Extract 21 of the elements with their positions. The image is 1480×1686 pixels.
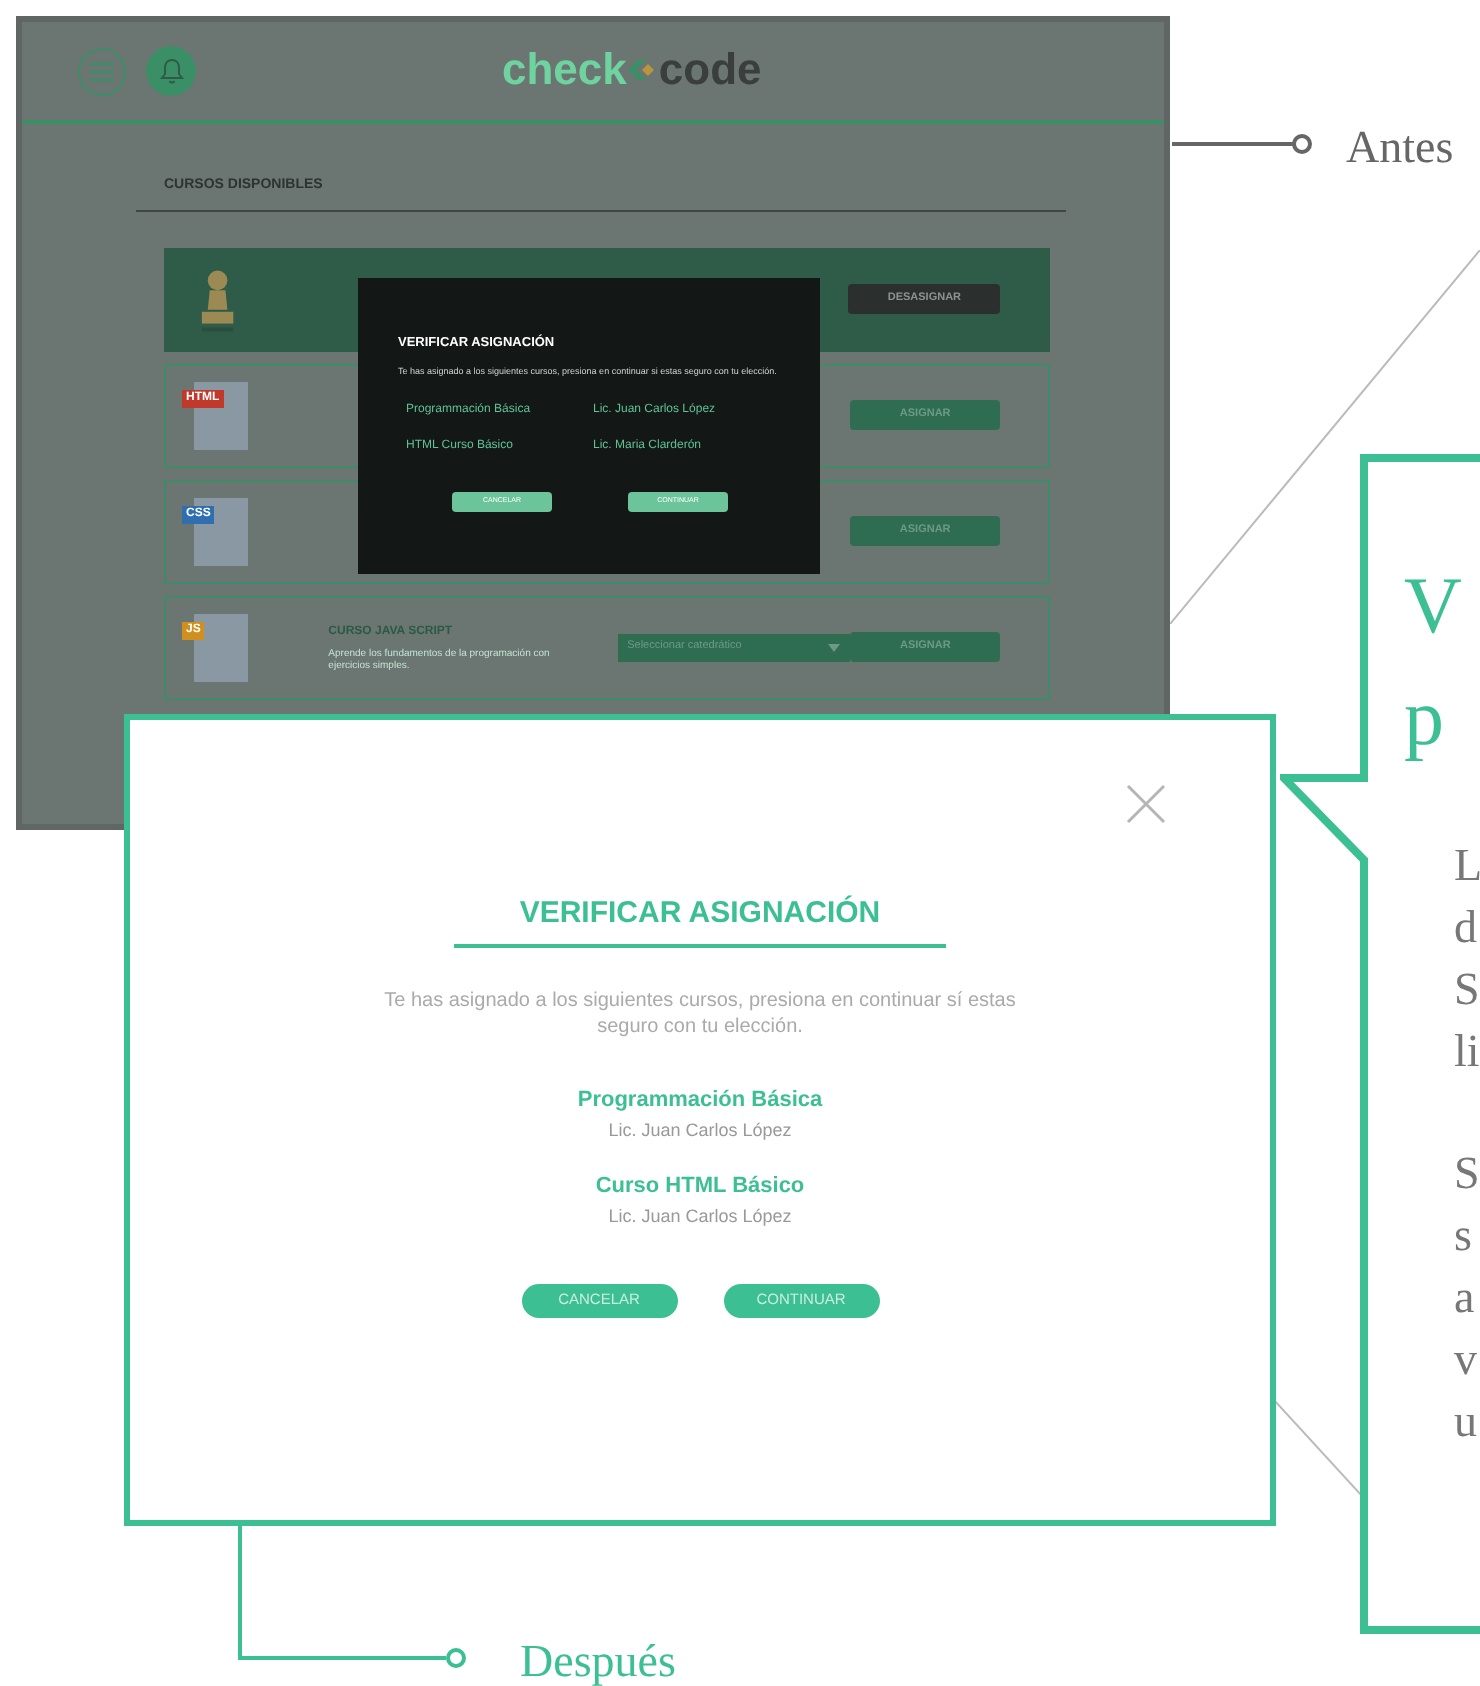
callout-label: Antes: [1346, 120, 1454, 176]
modal-message: Te has asignado a los siguientes cursos, presiona en continuar sí estas seguro con tu elección.: [382, 987, 1018, 1039]
teacher-name: Lic. Juan Carlos López: [608, 1118, 792, 1144]
paragraph-text: S: [1454, 962, 1480, 1018]
heading-text: p: [1404, 670, 1446, 766]
paragraph-text: a: [1454, 1270, 1477, 1326]
heading-text: V: [1404, 558, 1462, 654]
paragraph-text: v: [1454, 1332, 1479, 1388]
paragraph-text: s: [1454, 1208, 1474, 1264]
logo-text: check: [502, 48, 627, 92]
paragraph-text: L: [1454, 838, 1480, 894]
paragraph-text: S: [1454, 1146, 1480, 1202]
course-name: Programmación Básica: [577, 1085, 823, 1115]
logo-text: code: [658, 48, 762, 92]
modal-title: VERIFICAR ASIGNACIÓN: [454, 892, 946, 947]
course-name: Curso HTML Básico: [595, 1171, 805, 1201]
paragraph-text: li: [1454, 1024, 1480, 1080]
teacher-name: Lic. Juan Carlos López: [608, 1204, 792, 1230]
callout-label: Después: [520, 1634, 676, 1686]
paragraph-text: u: [1454, 1394, 1479, 1450]
paragraph-text: d: [1454, 900, 1479, 956]
